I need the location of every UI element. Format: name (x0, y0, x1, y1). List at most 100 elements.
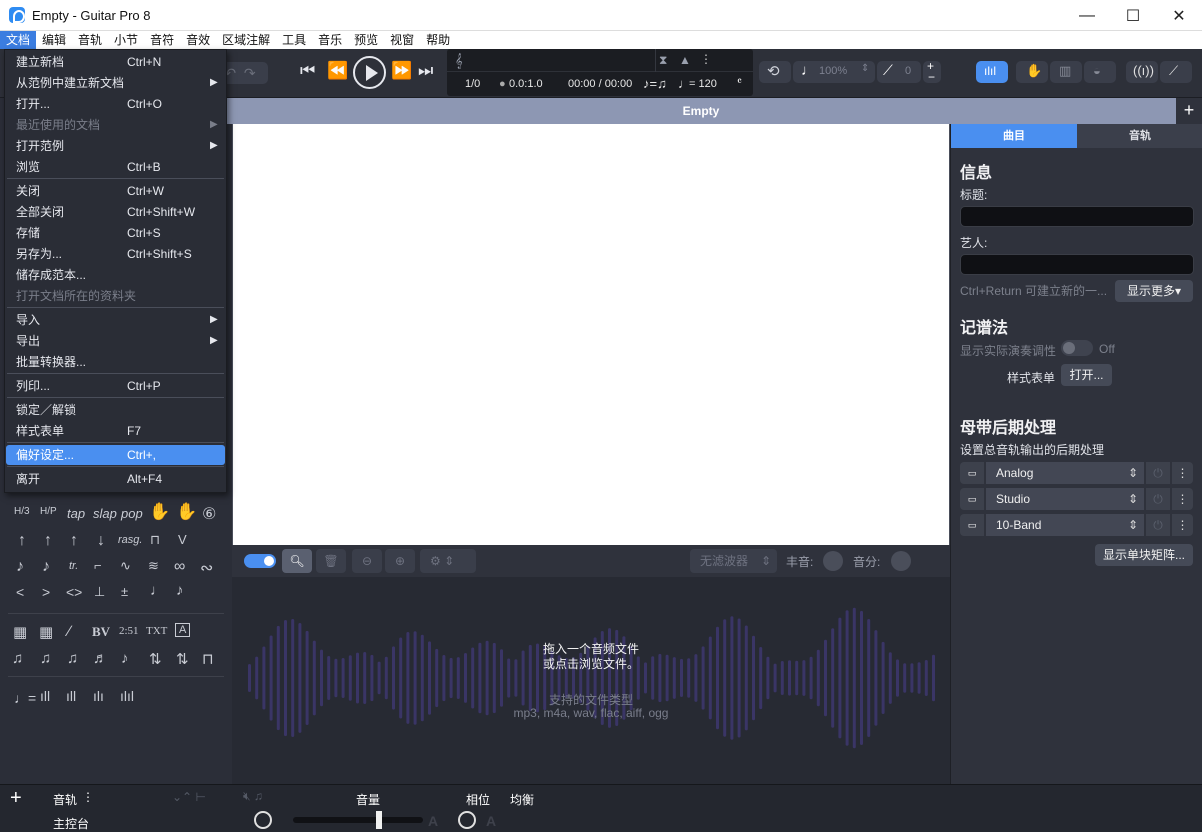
swing-icon[interactable]: ♪=♫ (643, 76, 667, 91)
auto-icon-2[interactable]: A (486, 813, 496, 829)
add-track-button[interactable]: + (10, 787, 22, 810)
show-more-button[interactable]: 显示更多▾ (1115, 280, 1193, 302)
power-icon[interactable]: ⏻ (1146, 488, 1170, 510)
keyboard-view-button[interactable]: ▥ (1050, 61, 1082, 83)
menu-item-close-all[interactable]: 全部关闭 Ctrl+Shift+W (6, 202, 225, 222)
track-more-icon[interactable]: ⋮ (82, 790, 94, 804)
crescendo-icon[interactable]: > (42, 584, 50, 600)
master-volume-slider[interactable] (293, 817, 423, 823)
effect-select[interactable]: Studio ⇕ (986, 488, 1144, 510)
arrow-up-3-icon[interactable]: ↑ (70, 532, 78, 550)
right-hand-icon[interactable]: ✋ (176, 502, 197, 522)
menu-window[interactable]: 视窗 (384, 31, 420, 49)
maximize-button[interactable]: ☐ (1110, 0, 1156, 31)
zoom-in-button[interactable]: ⊕ (385, 549, 415, 573)
gain-knob[interactable] (891, 551, 911, 571)
menu-track[interactable]: 音轨 (72, 31, 108, 49)
menu-item-close[interactable]: 关闭 Ctrl+W (6, 181, 225, 201)
tap-icon[interactable]: tap (67, 506, 85, 521)
hammer-pull-icon[interactable]: H/P (40, 506, 57, 517)
downstroke-icon[interactable]: ⊓ (150, 532, 160, 548)
tuner-button[interactable]: ((ı)) (1126, 61, 1158, 83)
menu-item-new-file[interactable]: 建立新档 Ctrl+N (6, 52, 225, 72)
play-button[interactable] (353, 56, 386, 89)
artist-field[interactable] (960, 254, 1194, 275)
let-ring-icon[interactable]: ± (121, 584, 128, 599)
menu-view[interactable]: 预览 (348, 31, 384, 49)
pedal-icon[interactable]: ⊥ (94, 584, 105, 600)
menu-item-browse[interactable]: 浏览 Ctrl+B (6, 157, 225, 177)
menu-section[interactable]: 区域注解 (216, 31, 276, 49)
menu-note[interactable]: 音符 (144, 31, 180, 49)
playback-speed-control[interactable]: ♩ 100% ⇕ (793, 61, 875, 83)
menu-item-open-sample[interactable]: 打开范例 ▶ (6, 136, 225, 156)
pan-knob[interactable] (823, 551, 843, 571)
power-icon[interactable]: ⏻ (1146, 514, 1170, 536)
menu-item-save-as[interactable]: 另存为... Ctrl+Shift+S (6, 244, 225, 264)
more-icon[interactable]: ⋮ (1172, 488, 1193, 510)
more-icon[interactable]: ⋮ (1172, 462, 1193, 484)
fast-forward-icon[interactable]: ⏩ (391, 61, 412, 81)
accent-note-icon[interactable]: ♩ (150, 582, 165, 599)
close-button[interactable]: ✕ (1156, 0, 1202, 31)
menu-item-lock-unlock[interactable]: 锁定／解锁 (6, 400, 225, 420)
chord-diagram-icon[interactable]: ▦ (13, 623, 27, 641)
metronome-icon[interactable]: ▲ (679, 53, 691, 67)
grace-note-2-icon[interactable]: ♪ (42, 558, 50, 576)
bars-3-icon[interactable]: ılı (93, 688, 104, 704)
tremolo-icon[interactable]: ≋ (148, 558, 159, 574)
decrescendo-icon[interactable]: < (16, 584, 24, 600)
menu-effects[interactable]: 音效 (180, 31, 216, 49)
zoom-out-button[interactable]: ⊖ (352, 549, 382, 573)
effect-row-studio[interactable]: ▭ Studio ⇕ ⏻ ⋮ (960, 488, 1193, 510)
hammer-on-icon[interactable]: H/3 (14, 506, 30, 517)
bars-2-icon[interactable]: ıll (66, 688, 76, 704)
effect-select[interactable]: 10-Band ⇕ (986, 514, 1144, 536)
menu-item-export[interactable]: 导出 ▶ (6, 331, 225, 351)
pop-icon[interactable]: pop (121, 506, 143, 521)
mute-solo-icon[interactable]: 🔇︎ ♫ (243, 789, 263, 804)
menu-file[interactable]: 文档 (0, 31, 37, 49)
rewind-icon[interactable]: ⏪ (327, 61, 348, 81)
stem-icon[interactable]: ⇅ (149, 650, 162, 668)
menu-edit[interactable]: 编辑 (36, 31, 72, 49)
slash-icon[interactable]: ∕ (68, 623, 71, 640)
text-icon[interactable]: TXT (146, 625, 167, 637)
guitar-view-button[interactable]: ✋ (1016, 61, 1048, 83)
beam-2-icon[interactable]: ♫ (67, 650, 78, 667)
infinity-icon[interactable]: ∞ (174, 558, 185, 576)
left-hand-icon[interactable]: ✋ (149, 502, 170, 522)
upstroke-icon[interactable]: V (178, 532, 187, 547)
timer-icon[interactable]: 2:51 (119, 625, 139, 637)
auto-stem-icon[interactable]: ♪ (121, 650, 129, 667)
tab-song[interactable]: 曲目 (951, 124, 1077, 148)
menu-item-exit[interactable]: 离开 Alt+F4 (6, 469, 225, 489)
beam-icon[interactable]: ♫ (40, 650, 51, 667)
tuning-control[interactable]: ⟋ 0 (877, 61, 921, 83)
go-to-end-icon[interactable]: ⏭ (418, 61, 433, 81)
auto-beam-icon[interactable]: ♫ (12, 650, 23, 667)
collapse-icon[interactable]: ⌄⌃ ⊢ (172, 790, 206, 804)
beam-3-icon[interactable]: ♬ (93, 650, 108, 667)
trill-icon[interactable]: tr. (69, 560, 78, 572)
lcd-more-icon[interactable]: ⋮ (700, 52, 712, 66)
audio-settings-button[interactable]: ⚙ ⇕ (420, 549, 476, 573)
barre-icon[interactable]: BV (92, 624, 110, 640)
bars-4-icon[interactable]: ılıl (120, 688, 134, 704)
tuning-stepper[interactable]: + − (923, 59, 941, 84)
transposing-toggle[interactable] (1061, 340, 1093, 356)
effect-row-10band[interactable]: ▭ 10-Band ⇕ ⏻ ⋮ (960, 514, 1193, 536)
filter-select[interactable]: 无滤波器 ⇕ (690, 549, 777, 573)
menu-item-print[interactable]: 列印... Ctrl+P (6, 376, 225, 396)
arrow-up-2-icon[interactable]: ↑ (44, 532, 52, 550)
score-page[interactable] (233, 124, 949, 545)
wide-vibrato-icon[interactable]: ∿ (120, 558, 131, 574)
menu-item-new-from-template[interactable]: 从范例中建立新文档 ▶ (6, 73, 225, 93)
effect-row-analog[interactable]: ▭ Analog ⇕ ⏻ ⋮ (960, 462, 1193, 484)
staccato-icon[interactable]: ♪ (176, 582, 184, 599)
rasgueado-icon[interactable]: rasg. (118, 534, 142, 546)
menu-item-batch-converter[interactable]: 批量转换器... (6, 352, 225, 372)
menu-item-save[interactable]: 存储 Ctrl+S (6, 223, 225, 243)
dynamics-icon[interactable]: ♩= (14, 690, 36, 706)
string-six-icon[interactable]: ⑥ (202, 504, 216, 524)
